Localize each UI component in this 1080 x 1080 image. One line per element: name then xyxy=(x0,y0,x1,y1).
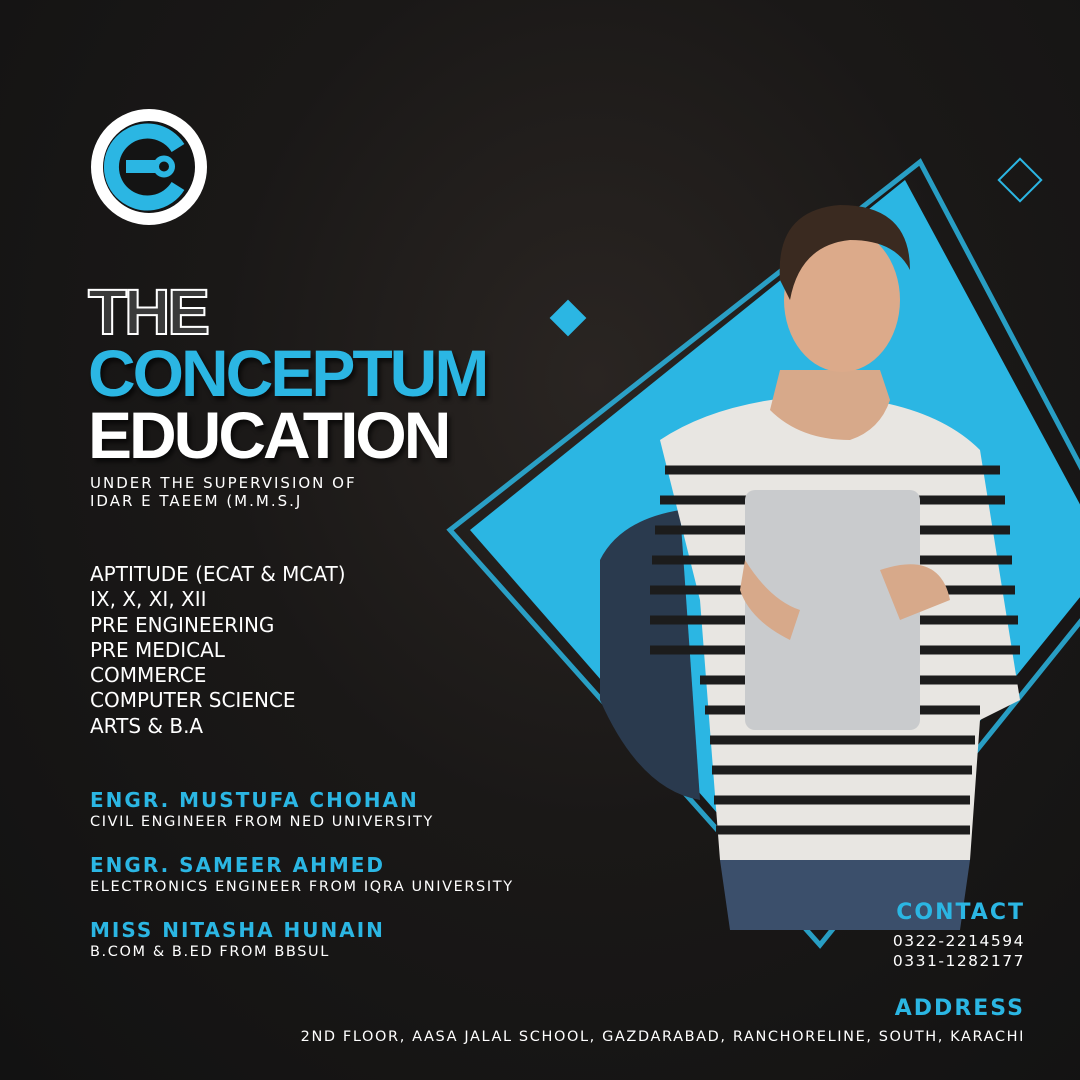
course-item: COMPUTER SCIENCE xyxy=(90,688,296,713)
course-item: IX, X, XI, XII xyxy=(90,587,207,612)
course-item: COMMERCE xyxy=(90,663,207,688)
teacher-list: ENGR. MUSTUFA CHOHAN CIVIL ENGINEER FROM… xyxy=(90,788,514,983)
teacher-qualification: CIVIL ENGINEER FROM NED UNIVERSITY xyxy=(90,814,434,830)
phone-number: 0331-1282177 xyxy=(892,952,1025,970)
contact-heading: CONTACT xyxy=(896,900,1025,925)
teacher-name: ENGR. MUSTUFA CHOHAN xyxy=(90,788,419,812)
course-item: PRE MEDICAL xyxy=(90,637,225,662)
course-item: APTITUDE (ECAT & MCAT) xyxy=(90,562,346,586)
address-section: ADDRESS 2ND FLOOR, AASA JALAL SCHOOL, GA… xyxy=(301,996,1025,1045)
course-list: APTITUDE (ECAT & MCAT) IX, X, XI, XII PR… xyxy=(90,562,346,739)
address-value: 2ND FLOOR, AASA JALAL SCHOOL, GAZDARABAD… xyxy=(300,1029,1025,1045)
supervision-line: UNDER THE SUPERVISION OF xyxy=(90,474,357,492)
supervision-line: IDAR E TAEEM (M.M.S.J xyxy=(90,492,303,510)
small-diamond-outline xyxy=(997,157,1043,203)
title-the: THE xyxy=(87,276,211,348)
title-education: EDUCATION xyxy=(88,398,451,472)
conceptum-logo xyxy=(91,109,207,225)
teacher-name: ENGR. SAMEER AHMED xyxy=(90,853,386,877)
contact-section: CONTACT 0322-2214594 0331-1282177 xyxy=(893,900,1025,971)
teacher-qualification: B.COM & B.ED FROM BBSUL xyxy=(90,944,330,960)
supervision-text: UNDER THE SUPERVISION OF IDAR E TAEEM (M… xyxy=(90,474,357,510)
course-item: PRE ENGINEERING xyxy=(90,612,275,637)
small-diamond xyxy=(549,299,587,337)
phone-number: 0322-2214594 xyxy=(892,932,1025,950)
title-conceptum: CONCEPTUM xyxy=(88,336,489,410)
address-heading: ADDRESS xyxy=(894,996,1025,1021)
brand-title: THE CONCEPTUM EDUCATION xyxy=(87,276,489,472)
teacher-qualification: ELECTRONICS ENGINEER FROM IQRA UNIVERSIT… xyxy=(90,879,514,895)
course-item: ARTS & B.A xyxy=(90,713,204,738)
teacher-name: MISS NITASHA HUNAIN xyxy=(90,918,385,942)
